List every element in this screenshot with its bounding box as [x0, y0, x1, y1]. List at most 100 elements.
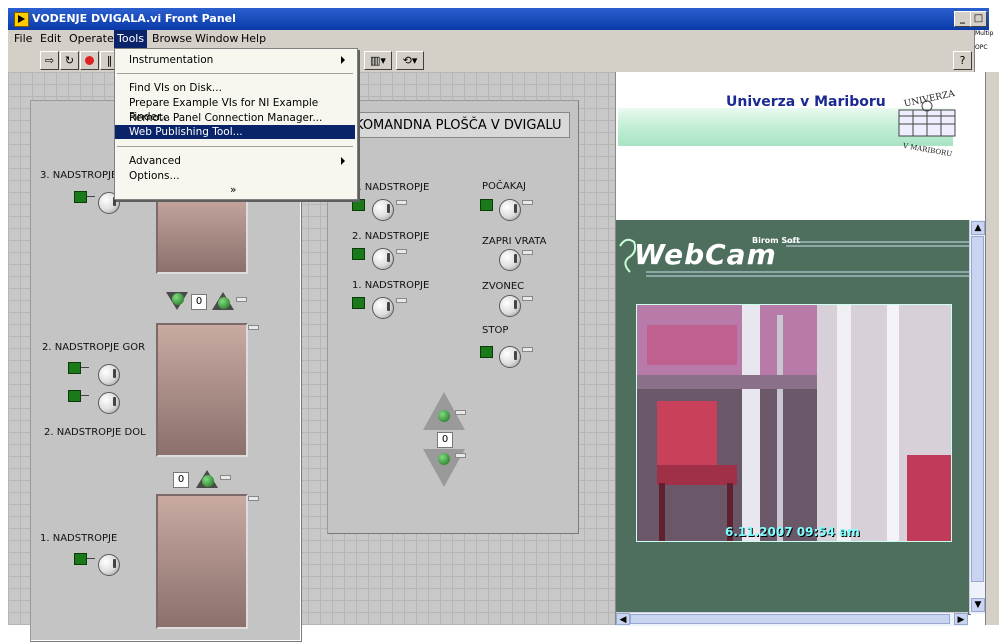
floor1-led: [74, 553, 87, 565]
menu-operate[interactable]: Operate: [69, 32, 114, 45]
help-icon[interactable]: ?: [953, 51, 972, 70]
floor1-call-button[interactable]: [98, 554, 120, 576]
floor2-up-led: [68, 362, 81, 374]
stop-button[interactable]: [499, 346, 521, 368]
minimize-button[interactable]: _: [954, 11, 971, 27]
lower-up-arrow-lamp: [202, 475, 214, 487]
cmd-floor2-stub: [396, 249, 407, 254]
floor1-cabin-indicator: [156, 494, 248, 629]
floor2-up-call-button[interactable]: [98, 364, 120, 386]
menubar: File Edit Operate Tools Browse Window He…: [8, 30, 989, 48]
stop-label: STOP: [482, 325, 509, 336]
cmd-floor2-led: [352, 248, 365, 260]
cmd-floor3-stub: [396, 200, 407, 205]
floor1-label: 1. NADSTROPJE: [40, 533, 118, 544]
scroll-right-icon[interactable]: ▶: [954, 613, 968, 625]
webcam-timestamp: 6.11.2007 09:54 am: [725, 525, 860, 539]
wait-label: POČAKAJ: [482, 181, 526, 192]
scroll-up-icon[interactable]: ▲: [971, 221, 985, 235]
wait-led: [480, 199, 493, 211]
menu-item-instrumentation[interactable]: Instrumentation: [115, 53, 355, 67]
down-arrow-lamp: [172, 293, 184, 305]
adjacent-window-sublabel: OPC: [975, 44, 988, 51]
window-right-frame: [985, 72, 999, 625]
cabin-floor-counter[interactable]: 0: [437, 432, 453, 448]
bell-button[interactable]: [499, 295, 521, 317]
window-titlebar[interactable]: VODENJE DVIGALA.vi Front Panel _ □: [8, 8, 989, 30]
lower-counter[interactable]: 0: [173, 472, 189, 488]
adjacent-window-strip: Multip OPC: [974, 30, 999, 72]
distribute-objects-icon[interactable]: ▥▾: [364, 51, 392, 70]
cmd-floor2-label: 2. NADSTROPJE: [352, 231, 430, 242]
lower-up-stub: [220, 475, 231, 480]
floor3-led: [74, 191, 87, 203]
browser-vertical-scrollbar[interactable]: ▲ ▼: [969, 220, 986, 614]
floor2-down-call-button[interactable]: [98, 392, 120, 414]
close-door-stub: [522, 250, 533, 255]
bell-stub: [522, 296, 533, 301]
menu-item-prepare-example-vis[interactable]: Prepare Example VIs for NI Example Finde…: [115, 96, 355, 123]
cmd-floor1-label: 1. NADSTROPJE: [352, 280, 430, 291]
menu-item-options[interactable]: Options...: [115, 169, 355, 183]
submenu-arrow-icon: [341, 157, 345, 165]
run-continuously-icon[interactable]: ↻: [60, 51, 79, 70]
menu-item-find-vis[interactable]: Find VIs on Disk...: [115, 81, 355, 95]
upper-counter[interactable]: 0: [191, 294, 207, 310]
floor2-stub: [248, 325, 259, 330]
floor2-up-connector: [81, 367, 89, 368]
cmd-floor1-button[interactable]: [372, 297, 394, 319]
reorder-objects-icon[interactable]: ⟲▾: [396, 51, 424, 70]
webcam-subtitle: Birom Soft: [752, 236, 800, 245]
up-arrow-stub: [236, 297, 247, 302]
cmd-floor2-button[interactable]: [372, 248, 394, 270]
cmd-floor3-led: [352, 199, 365, 211]
menu-help[interactable]: Help: [241, 32, 266, 45]
floor1-stub: [248, 496, 259, 501]
scroll-down-icon[interactable]: ▼: [971, 598, 985, 612]
close-door-button[interactable]: [499, 249, 521, 271]
bell-label: ZVONEC: [482, 281, 525, 292]
submenu-arrow-icon: [341, 56, 345, 64]
wait-button[interactable]: [499, 199, 521, 221]
floor3-label: 3. NADSTROPJE: [40, 170, 118, 181]
floor2-cabin-indicator: [156, 323, 248, 457]
adjacent-window-label: Multip: [975, 30, 994, 37]
menu-expand-chevron-icon[interactable]: »: [115, 183, 355, 197]
university-title: Univerza v Mariboru: [726, 94, 886, 110]
run-arrow-icon[interactable]: ⇨: [40, 51, 59, 70]
menu-separator: [117, 73, 353, 74]
menu-item-remote-panel-manager[interactable]: Remote Panel Connection Manager...: [115, 111, 355, 125]
menu-file[interactable]: File: [14, 32, 32, 45]
vertical-scroll-thumb[interactable]: [971, 236, 984, 582]
window-title: VODENJE DVIGALA.vi Front Panel: [32, 12, 236, 25]
menu-separator: [117, 146, 353, 147]
horizontal-scroll-thumb[interactable]: [630, 614, 950, 624]
labview-vi-icon: [14, 12, 29, 27]
menu-window[interactable]: Window: [195, 32, 238, 45]
up-arrow-lamp: [218, 297, 230, 309]
floor2-up-label: 2. NADSTROPJE GOR: [42, 342, 146, 353]
wait-stub: [522, 200, 533, 205]
university-seal-logo: UNIVERZA V MARIBORU: [893, 86, 961, 158]
seal-top-text: UNIVERZA: [903, 89, 956, 110]
scroll-left-icon[interactable]: ◀: [616, 613, 630, 625]
menu-tools[interactable]: Tools: [114, 30, 148, 48]
webcam-image: 6.11.2007 09:54 am: [636, 304, 952, 542]
abort-stop-icon[interactable]: [80, 51, 99, 70]
cabin-down-stub: [455, 453, 466, 458]
menu-item-advanced[interactable]: Advanced: [115, 154, 355, 168]
cabin-down-lamp: [438, 453, 450, 465]
cmd-floor3-button[interactable]: [372, 199, 394, 221]
cmd-floor3-label: 3. NADSTROPJE: [352, 182, 430, 193]
floor3-connector: [87, 196, 95, 197]
floor2-down-label: 2. NADSTROPJE DOL: [44, 427, 146, 438]
tools-menu-dropdown: Instrumentation Find VIs on Disk... Prep…: [114, 48, 358, 200]
maximize-button[interactable]: □: [970, 11, 987, 27]
menu-edit[interactable]: Edit: [40, 32, 61, 45]
menu-item-advanced-label: Advanced: [129, 155, 181, 167]
cabin-up-lamp: [438, 410, 450, 422]
browser-horizontal-scrollbar[interactable]: ◀ ▶: [616, 612, 968, 626]
menu-item-web-publishing-tool[interactable]: Web Publishing Tool...: [115, 125, 355, 139]
floor1-connector: [87, 558, 95, 559]
menu-browse[interactable]: Browse: [152, 32, 192, 45]
